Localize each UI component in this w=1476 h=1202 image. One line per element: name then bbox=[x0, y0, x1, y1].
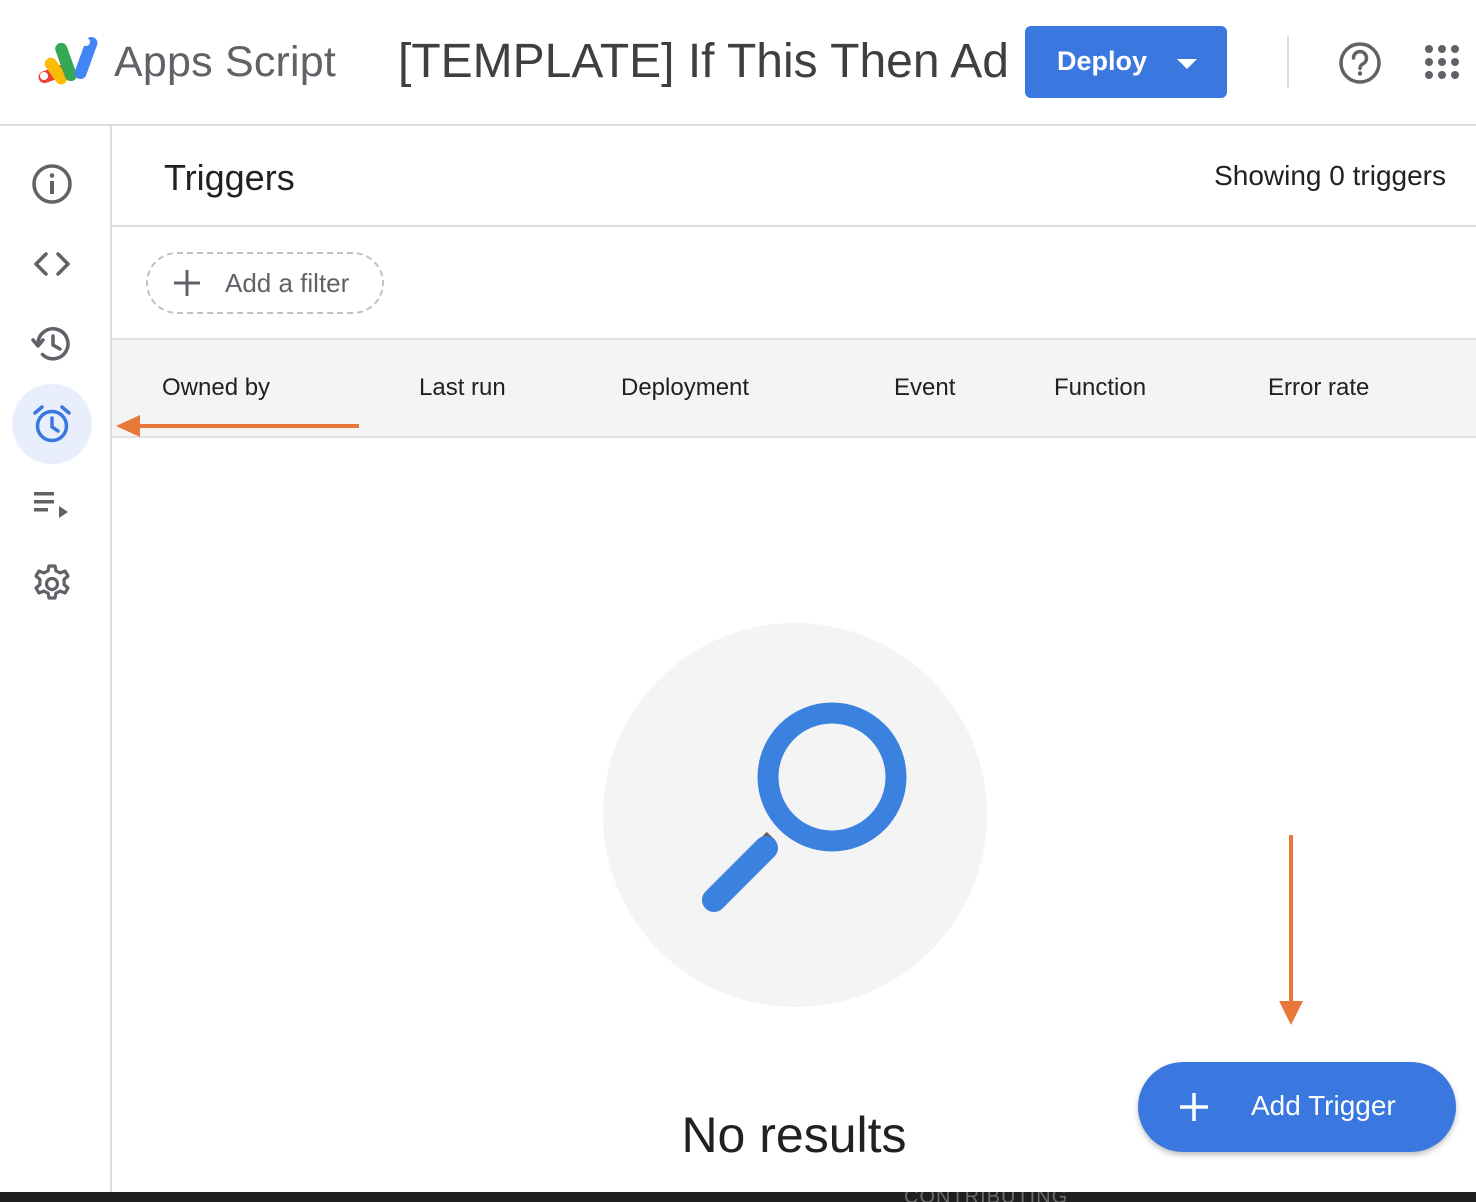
rail-item-settings[interactable] bbox=[12, 544, 92, 624]
playlist-play-icon bbox=[34, 492, 68, 518]
project-title[interactable]: [TEMPLATE] If This Then Ad bbox=[398, 34, 1009, 89]
apps-script-logo[interactable] bbox=[34, 34, 102, 88]
add-filter-label: Add a filter bbox=[225, 268, 350, 298]
app-name[interactable]: Apps Script bbox=[114, 38, 336, 87]
background-window-strip: CONTRIBUTING bbox=[0, 1192, 1476, 1202]
rail-item-overview[interactable] bbox=[12, 144, 92, 224]
dropdown-caret-icon bbox=[1177, 59, 1197, 69]
rail-item-history[interactable] bbox=[12, 304, 92, 384]
magnifier-icon bbox=[702, 702, 907, 912]
trigger-count: Showing 0 triggers bbox=[1214, 160, 1446, 191]
page-title: Triggers bbox=[164, 157, 295, 198]
rail-item-editor[interactable] bbox=[12, 224, 92, 304]
plus-icon bbox=[1180, 1093, 1208, 1121]
deploy-button[interactable]: Deploy bbox=[1025, 26, 1227, 98]
apps-grid-icon[interactable] bbox=[1424, 44, 1460, 80]
info-icon bbox=[32, 164, 72, 204]
column-event[interactable]: Event bbox=[894, 374, 955, 402]
column-error-rate[interactable]: Error rate bbox=[1268, 374, 1369, 402]
plus-icon bbox=[174, 270, 200, 296]
add-trigger-button[interactable]: Add Trigger bbox=[1138, 1062, 1456, 1152]
column-owned-by[interactable]: Owned by bbox=[162, 374, 270, 402]
column-function[interactable]: Function bbox=[1054, 374, 1146, 402]
help-icon[interactable] bbox=[1338, 41, 1382, 85]
background-window-text: CONTRIBUTING bbox=[904, 1192, 1068, 1202]
gear-icon bbox=[34, 564, 70, 600]
add-trigger-label: Add Trigger bbox=[1251, 1090, 1396, 1121]
empty-state-illustration bbox=[603, 623, 987, 1007]
column-last-run[interactable]: Last run bbox=[419, 374, 506, 402]
header-divider bbox=[1287, 36, 1289, 88]
rail-item-triggers[interactable] bbox=[12, 384, 92, 464]
history-icon bbox=[31, 327, 70, 361]
divider bbox=[112, 225, 1476, 227]
rail-item-executions[interactable] bbox=[12, 464, 92, 544]
navigation-rail bbox=[0, 126, 112, 1192]
table-header: Owned by Last run Deployment Event Funct… bbox=[112, 338, 1476, 438]
triggers-panel: Triggers Showing 0 triggers Add a filter… bbox=[112, 126, 1476, 1192]
deploy-label: Deploy bbox=[1057, 46, 1148, 76]
alarm-clock-icon bbox=[33, 405, 71, 443]
top-app-bar: Apps Script [TEMPLATE] If This Then Ad D… bbox=[0, 0, 1476, 126]
code-icon bbox=[34, 252, 70, 276]
column-deployment[interactable]: Deployment bbox=[621, 374, 749, 402]
add-filter-button[interactable]: Add a filter bbox=[146, 252, 384, 314]
